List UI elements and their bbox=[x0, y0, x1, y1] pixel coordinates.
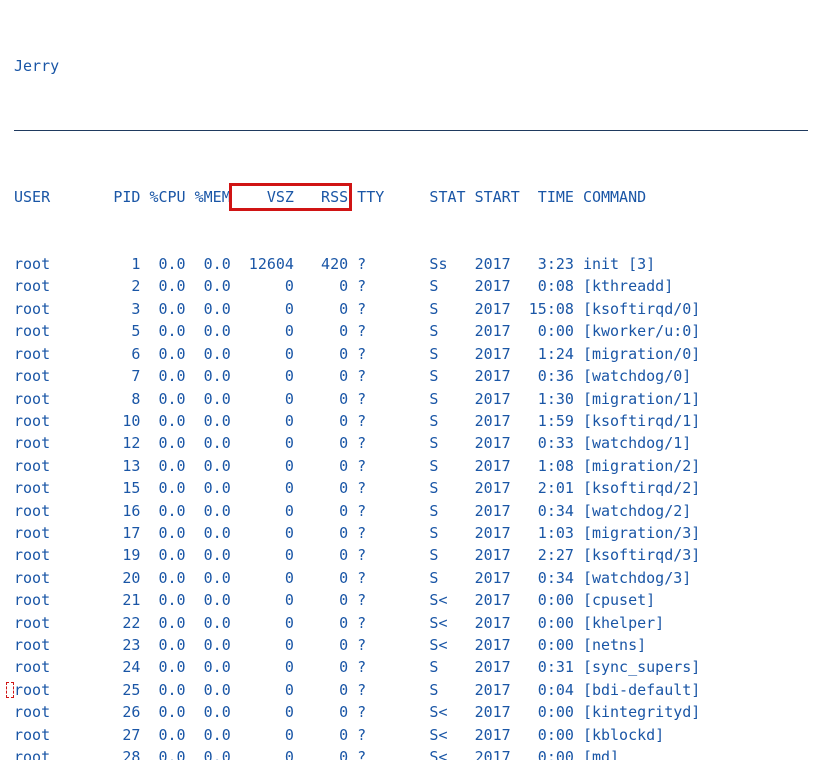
divider bbox=[14, 130, 808, 131]
window-title: Jerry bbox=[14, 55, 808, 77]
table-header: USER PID %CPU %MEM VSZ RSS TTY STAT STAR… bbox=[14, 186, 808, 208]
process-rows: root 1 0.0 0.0 12604 420 ? Ss 2017 3:23 … bbox=[14, 253, 808, 760]
terminal-output: Jerry USER PID %CPU %MEM VSZ RSS TTY STA… bbox=[0, 0, 822, 760]
